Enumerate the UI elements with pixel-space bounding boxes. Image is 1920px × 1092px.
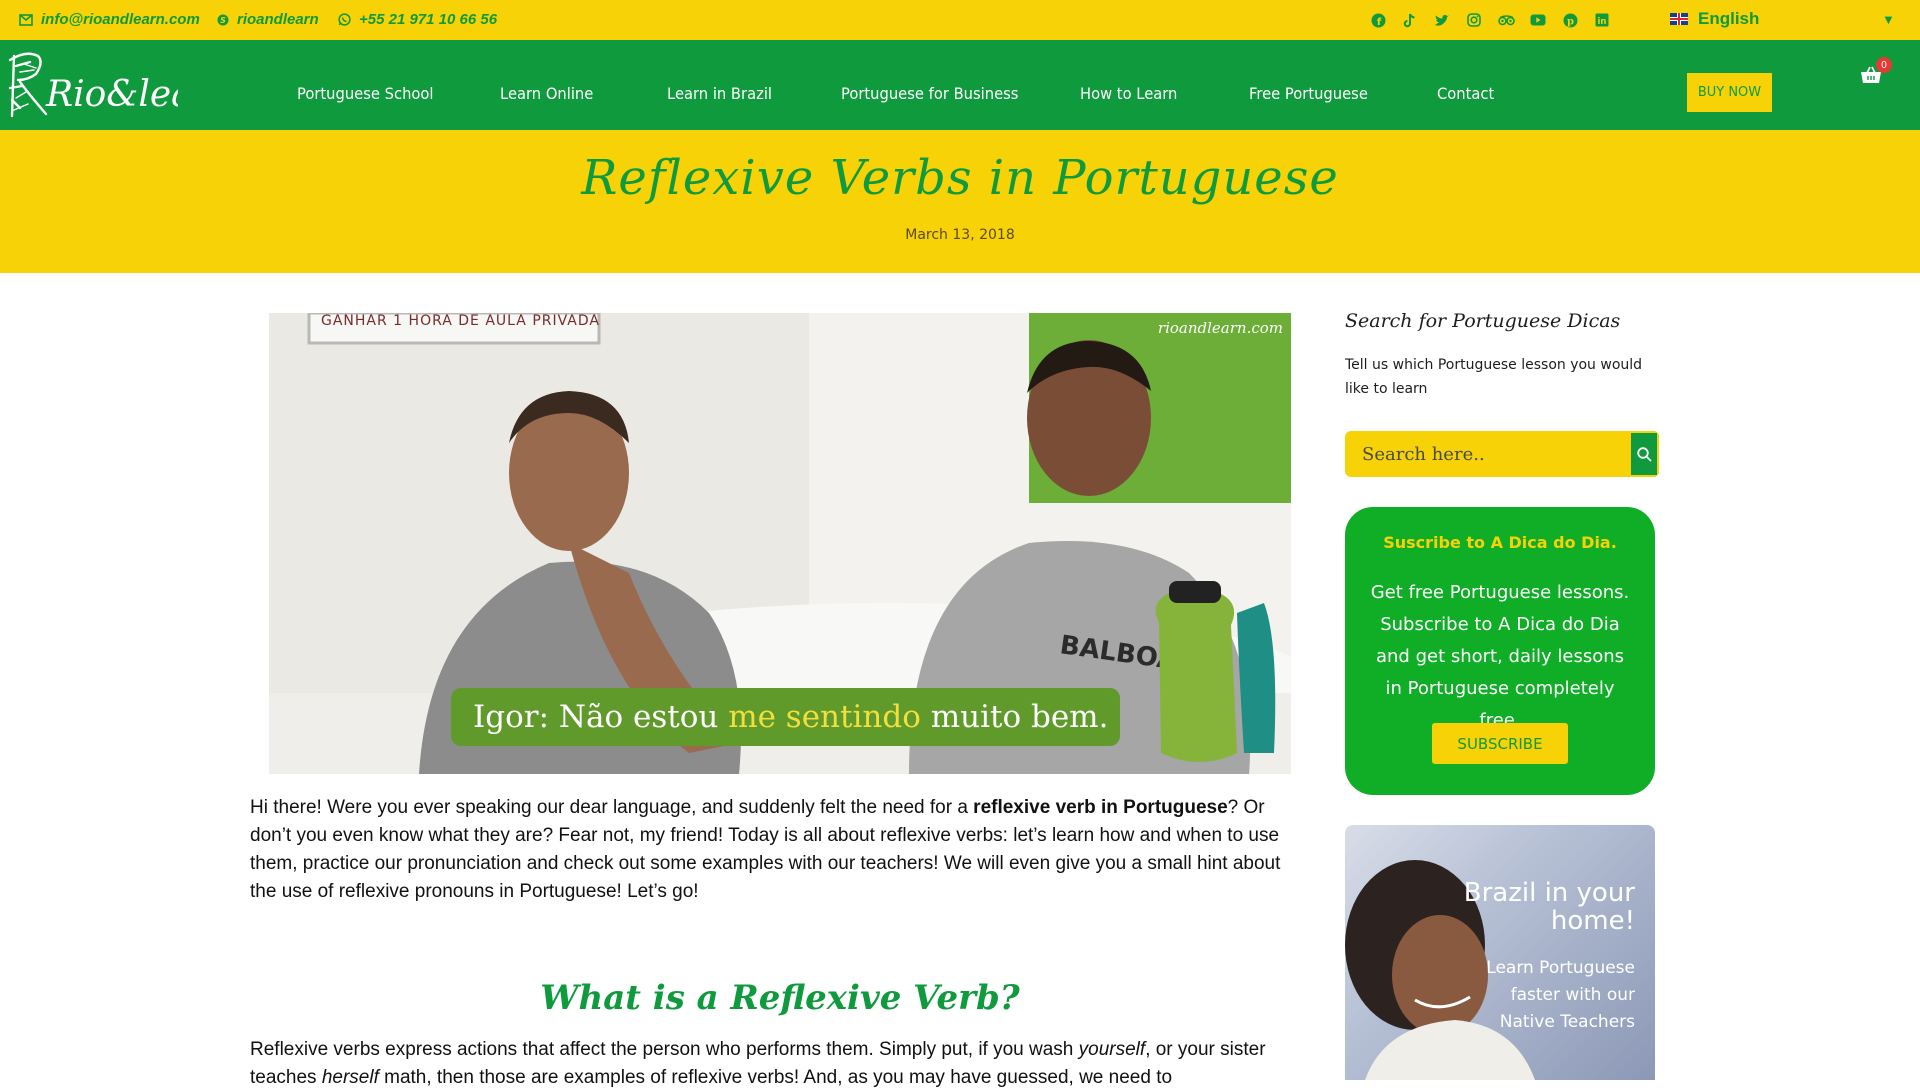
intro-bold: reflexive verb in Portuguese bbox=[973, 797, 1228, 818]
body-text-3: math, then those are examples of reflexi… bbox=[378, 1067, 1173, 1088]
nav-contact[interactable]: Contact bbox=[1437, 84, 1494, 103]
nav-learn-online[interactable]: Learn Online bbox=[500, 84, 593, 103]
cart-count-badge: 0 bbox=[1876, 57, 1892, 73]
nav-portuguese-for-business[interactable]: Portuguese for Business bbox=[841, 84, 1018, 103]
subtitle-suffix: muito bem. bbox=[930, 699, 1109, 735]
whatsapp-text: +55 21 971 10 66 56 bbox=[359, 11, 498, 28]
instagram-icon[interactable] bbox=[1464, 10, 1484, 30]
nav-portuguese-school[interactable]: Portuguese School bbox=[297, 84, 434, 103]
video-subtitle: Igor: Não estou me sentindo muito bem. bbox=[451, 688, 1120, 746]
email-text: info@rioandlearn.com bbox=[41, 11, 200, 28]
promo-text: Learn Portuguese faster with our Native … bbox=[1486, 958, 1635, 1032]
twitter-icon[interactable] bbox=[1432, 10, 1452, 30]
page-title: Reflexive Verbs in Portuguese bbox=[581, 150, 1339, 206]
search-button[interactable] bbox=[1629, 431, 1659, 477]
email-link[interactable]: info@rioandlearn.com bbox=[19, 11, 200, 28]
social-links: f p in bbox=[1368, 10, 1624, 30]
caret-down-icon[interactable]: ▼ bbox=[1882, 12, 1895, 27]
section-heading: What is a Reflexive Verb? bbox=[540, 978, 1020, 1018]
svg-text:p: p bbox=[1567, 16, 1574, 27]
skype-text: rioandlearn bbox=[237, 11, 319, 28]
search-icon bbox=[1636, 446, 1652, 462]
promo-photo bbox=[1345, 860, 1535, 1080]
tiktok-icon[interactable] bbox=[1400, 10, 1420, 30]
uk-flag-icon bbox=[1670, 13, 1688, 25]
intro-paragraph: Hi there! Were you ever speaking our dea… bbox=[250, 794, 1310, 906]
subscribe-button[interactable]: SUBSCRIBE bbox=[1432, 723, 1568, 764]
language-selector[interactable]: English bbox=[1670, 9, 1759, 29]
search-widget-text: Tell us which Portuguese lesson you woul… bbox=[1345, 357, 1643, 397]
search-form bbox=[1345, 431, 1659, 477]
search-widget-title: Search for Portuguese Dicas bbox=[1345, 310, 1621, 332]
subscribe-text: Get free Portuguese lessons. Subscribe t… bbox=[1370, 582, 1630, 731]
search-input[interactable] bbox=[1345, 431, 1629, 477]
whatsapp-link[interactable]: +55 21 971 10 66 56 bbox=[338, 11, 497, 28]
logo-wordmark: Rio&learn bbox=[45, 74, 178, 115]
pinterest-icon[interactable]: p bbox=[1560, 10, 1580, 30]
buy-now-button[interactable]: BUY NOW bbox=[1687, 73, 1772, 112]
body-paragraph: Reflexive verbs express actions that aff… bbox=[250, 1036, 1310, 1092]
site-logo[interactable]: Rio&learn bbox=[6, 48, 233, 124]
whiteboard-text: GANHAR 1 HORA DE AULA PRIVADA bbox=[321, 313, 600, 329]
linkedin-icon[interactable]: in bbox=[1592, 10, 1612, 30]
body-text-1: Reflexive verbs express actions that aff… bbox=[250, 1039, 1079, 1060]
facebook-icon[interactable]: f bbox=[1368, 10, 1388, 30]
nav-learn-in-brazil[interactable]: Learn in Brazil bbox=[667, 84, 772, 103]
main-nav: Rio&learn Portuguese School Learn Online… bbox=[0, 40, 1920, 130]
svg-text:S: S bbox=[220, 16, 226, 25]
post-date: March 13, 2018 bbox=[905, 227, 1015, 243]
skype-icon: S bbox=[217, 14, 229, 25]
skype-link[interactable]: S rioandlearn bbox=[217, 11, 319, 28]
body-italic-2: herself bbox=[321, 1067, 379, 1088]
image-watermark: rioandlearn.com bbox=[1157, 319, 1283, 337]
promo-banner[interactable]: Brazil in your home! Learn Portuguese fa… bbox=[1345, 825, 1655, 1080]
page-hero: Reflexive Verbs in Portuguese March 13, … bbox=[0, 130, 1920, 273]
top-bar: info@rioandlearn.com S rioandlearn +55 2… bbox=[0, 0, 1920, 40]
envelope-icon bbox=[19, 13, 33, 26]
body-italic-1: yourself bbox=[1078, 1039, 1146, 1060]
youtube-icon[interactable] bbox=[1528, 10, 1548, 30]
subscribe-widget: Suscribe to A Dica do Dia. Get free Port… bbox=[1345, 507, 1655, 795]
whatsapp-icon bbox=[338, 13, 351, 26]
language-label: English bbox=[1698, 9, 1760, 28]
promo-title: Brazil in your home! bbox=[1463, 878, 1635, 936]
subtitle-highlight: me sentindo bbox=[728, 699, 921, 735]
tripadvisor-icon[interactable] bbox=[1496, 10, 1516, 30]
svg-text:in: in bbox=[1598, 17, 1607, 27]
subtitle-prefix: Igor: Não estou bbox=[473, 699, 719, 735]
nav-free-portuguese[interactable]: Free Portuguese bbox=[1249, 84, 1368, 103]
svg-text:f: f bbox=[1376, 17, 1381, 28]
featured-image: BALBOA GANHAR 1 HORA DE AULA PRIVADA rio… bbox=[269, 313, 1291, 774]
intro-text-1: Hi there! Were you ever speaking our dea… bbox=[250, 797, 974, 818]
nav-how-to-learn[interactable]: How to Learn bbox=[1080, 84, 1177, 103]
subscribe-title: Suscribe to A Dica do Dia. bbox=[1383, 533, 1617, 552]
